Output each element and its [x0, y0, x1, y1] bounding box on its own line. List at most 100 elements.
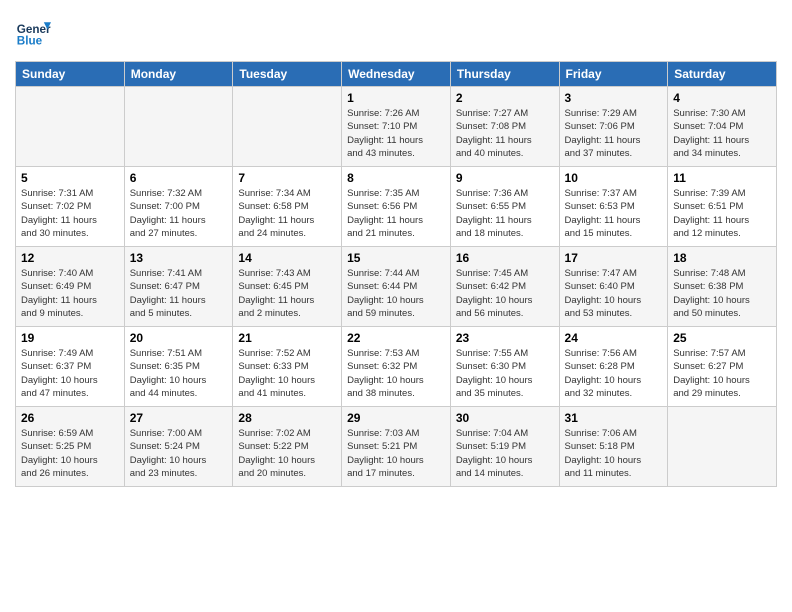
day-number: 27 — [130, 411, 228, 425]
day-number: 2 — [456, 91, 554, 105]
calendar-cell: 27Sunrise: 7:00 AM Sunset: 5:24 PM Dayli… — [124, 407, 233, 487]
day-info: Sunrise: 7:44 AM Sunset: 6:44 PM Dayligh… — [347, 267, 445, 320]
day-number: 17 — [565, 251, 663, 265]
calendar-cell: 5Sunrise: 7:31 AM Sunset: 7:02 PM Daylig… — [16, 167, 125, 247]
calendar-week-5: 26 Sunrise: 6:59 AM Sunset: 5:25 PM Dayli… — [16, 407, 777, 487]
calendar-cell: 9 Sunrise: 7:36 AM Sunset: 6:55 PM Daylig… — [450, 167, 559, 247]
day-info: Sunrise: 7:41 AM Sunset: 6:47 PM Dayligh… — [130, 267, 228, 320]
day-number: 29 — [347, 411, 445, 425]
calendar-cell: 11Sunrise: 7:39 AM Sunset: 6:51 PM Dayli… — [668, 167, 777, 247]
calendar-cell — [124, 87, 233, 167]
day-info: Sunrise: 7:06 AM Sunset: 5:18 PM Dayligh… — [565, 427, 663, 480]
day-number: 11 — [673, 171, 771, 185]
day-info: Sunrise: 7:32 AM Sunset: 7:00 PM Dayligh… — [130, 187, 228, 240]
day-info: Sunrise: 7:04 AM Sunset: 5:19 PM Dayligh… — [456, 427, 554, 480]
day-info: Sunrise: 7:52 AM Sunset: 6:33 PM Dayligh… — [238, 347, 336, 400]
day-number: 9 — [456, 171, 554, 185]
day-number: 12 — [21, 251, 119, 265]
calendar-cell: 3 Sunrise: 7:29 AM Sunset: 7:06 PM Daylig… — [559, 87, 668, 167]
calendar-table: SundayMondayTuesdayWednesdayThursdayFrid… — [15, 61, 777, 487]
calendar-cell: 7 Sunrise: 7:34 AM Sunset: 6:58 PM Daylig… — [233, 167, 342, 247]
calendar-week-1: 1 Sunrise: 7:26 AM Sunset: 7:10 PM Daylig… — [16, 87, 777, 167]
day-number: 21 — [238, 331, 336, 345]
weekday-header-thursday: Thursday — [450, 62, 559, 87]
day-info: Sunrise: 7:36 AM Sunset: 6:55 PM Dayligh… — [456, 187, 554, 240]
weekday-header-row: SundayMondayTuesdayWednesdayThursdayFrid… — [16, 62, 777, 87]
day-info: Sunrise: 7:57 AM Sunset: 6:27 PM Dayligh… — [673, 347, 771, 400]
weekday-header-tuesday: Tuesday — [233, 62, 342, 87]
calendar-cell: 13 Sunrise: 7:41 AM Sunset: 6:47 PM Dayli… — [124, 247, 233, 327]
calendar-cell: 29 Sunrise: 7:03 AM Sunset: 5:21 PM Dayli… — [342, 407, 451, 487]
day-number: 5 — [21, 171, 119, 185]
calendar-cell: 8 Sunrise: 7:35 AM Sunset: 6:56 PM Daylig… — [342, 167, 451, 247]
calendar-cell: 20 Sunrise: 7:51 AM Sunset: 6:35 PM Dayli… — [124, 327, 233, 407]
day-info: Sunrise: 7:53 AM Sunset: 6:32 PM Dayligh… — [347, 347, 445, 400]
day-info: Sunrise: 7:03 AM Sunset: 5:21 PM Dayligh… — [347, 427, 445, 480]
day-info: Sunrise: 7:55 AM Sunset: 6:30 PM Dayligh… — [456, 347, 554, 400]
day-number: 24 — [565, 331, 663, 345]
day-number: 8 — [347, 171, 445, 185]
day-info: Sunrise: 7:47 AM Sunset: 6:40 PM Dayligh… — [565, 267, 663, 320]
calendar-cell: 31 Sunrise: 7:06 AM Sunset: 5:18 PM Dayli… — [559, 407, 668, 487]
day-info: Sunrise: 7:02 AM Sunset: 5:22 PM Dayligh… — [238, 427, 336, 480]
weekday-header-friday: Friday — [559, 62, 668, 87]
day-number: 6 — [130, 171, 228, 185]
day-number: 26 — [21, 411, 119, 425]
calendar-cell: 2 Sunrise: 7:27 AM Sunset: 7:08 PM Daylig… — [450, 87, 559, 167]
day-info: Sunrise: 7:51 AM Sunset: 6:35 PM Dayligh… — [130, 347, 228, 400]
calendar-week-3: 12 Sunrise: 7:40 AM Sunset: 6:49 PM Dayli… — [16, 247, 777, 327]
calendar-cell — [668, 407, 777, 487]
day-number: 31 — [565, 411, 663, 425]
calendar-cell: 1 Sunrise: 7:26 AM Sunset: 7:10 PM Daylig… — [342, 87, 451, 167]
day-number: 14 — [238, 251, 336, 265]
calendar-cell — [16, 87, 125, 167]
calendar-cell: 22 Sunrise: 7:53 AM Sunset: 6:32 PM Dayli… — [342, 327, 451, 407]
day-number: 25 — [673, 331, 771, 345]
calendar-cell: 24 Sunrise: 7:56 AM Sunset: 6:28 PM Dayli… — [559, 327, 668, 407]
day-number: 22 — [347, 331, 445, 345]
day-number: 4 — [673, 91, 771, 105]
calendar-cell: 25 Sunrise: 7:57 AM Sunset: 6:27 PM Dayli… — [668, 327, 777, 407]
day-info: Sunrise: 7:48 AM Sunset: 6:38 PM Dayligh… — [673, 267, 771, 320]
day-info: Sunrise: 7:43 AM Sunset: 6:45 PM Dayligh… — [238, 267, 336, 320]
day-number: 7 — [238, 171, 336, 185]
svg-text:Blue: Blue — [17, 35, 43, 48]
calendar-cell: 10Sunrise: 7:37 AM Sunset: 6:53 PM Dayli… — [559, 167, 668, 247]
day-number: 28 — [238, 411, 336, 425]
day-number: 20 — [130, 331, 228, 345]
calendar-cell — [233, 87, 342, 167]
day-info: Sunrise: 7:49 AM Sunset: 6:37 PM Dayligh… — [21, 347, 119, 400]
day-info: Sunrise: 7:40 AM Sunset: 6:49 PM Dayligh… — [21, 267, 119, 320]
day-info: Sunrise: 6:59 AM Sunset: 5:25 PM Dayligh… — [21, 427, 119, 480]
calendar-cell: 21 Sunrise: 7:52 AM Sunset: 6:33 PM Dayli… — [233, 327, 342, 407]
calendar-cell: 16Sunrise: 7:45 AM Sunset: 6:42 PM Dayli… — [450, 247, 559, 327]
calendar-week-2: 5Sunrise: 7:31 AM Sunset: 7:02 PM Daylig… — [16, 167, 777, 247]
calendar-cell: 30 Sunrise: 7:04 AM Sunset: 5:19 PM Dayli… — [450, 407, 559, 487]
calendar-cell: 4Sunrise: 7:30 AM Sunset: 7:04 PM Daylig… — [668, 87, 777, 167]
day-info: Sunrise: 7:27 AM Sunset: 7:08 PM Dayligh… — [456, 107, 554, 160]
day-info: Sunrise: 7:35 AM Sunset: 6:56 PM Dayligh… — [347, 187, 445, 240]
weekday-header-monday: Monday — [124, 62, 233, 87]
weekday-header-sunday: Sunday — [16, 62, 125, 87]
day-number: 3 — [565, 91, 663, 105]
day-info: Sunrise: 7:26 AM Sunset: 7:10 PM Dayligh… — [347, 107, 445, 160]
calendar-cell: 17 Sunrise: 7:47 AM Sunset: 6:40 PM Dayli… — [559, 247, 668, 327]
day-info: Sunrise: 7:34 AM Sunset: 6:58 PM Dayligh… — [238, 187, 336, 240]
calendar-cell: 15Sunrise: 7:44 AM Sunset: 6:44 PM Dayli… — [342, 247, 451, 327]
day-info: Sunrise: 7:56 AM Sunset: 6:28 PM Dayligh… — [565, 347, 663, 400]
day-number: 10 — [565, 171, 663, 185]
calendar-cell: 12 Sunrise: 7:40 AM Sunset: 6:49 PM Dayli… — [16, 247, 125, 327]
day-info: Sunrise: 7:45 AM Sunset: 6:42 PM Dayligh… — [456, 267, 554, 320]
calendar-cell: 19Sunrise: 7:49 AM Sunset: 6:37 PM Dayli… — [16, 327, 125, 407]
logo-icon: General Blue — [15, 15, 51, 51]
calendar-cell: 28 Sunrise: 7:02 AM Sunset: 5:22 PM Dayli… — [233, 407, 342, 487]
day-number: 1 — [347, 91, 445, 105]
weekday-header-saturday: Saturday — [668, 62, 777, 87]
day-number: 13 — [130, 251, 228, 265]
day-info: Sunrise: 7:29 AM Sunset: 7:06 PM Dayligh… — [565, 107, 663, 160]
logo: General Blue — [15, 15, 55, 51]
calendar-cell: 6 Sunrise: 7:32 AM Sunset: 7:00 PM Daylig… — [124, 167, 233, 247]
day-number: 30 — [456, 411, 554, 425]
page-header: General Blue — [15, 15, 777, 51]
day-number: 23 — [456, 331, 554, 345]
